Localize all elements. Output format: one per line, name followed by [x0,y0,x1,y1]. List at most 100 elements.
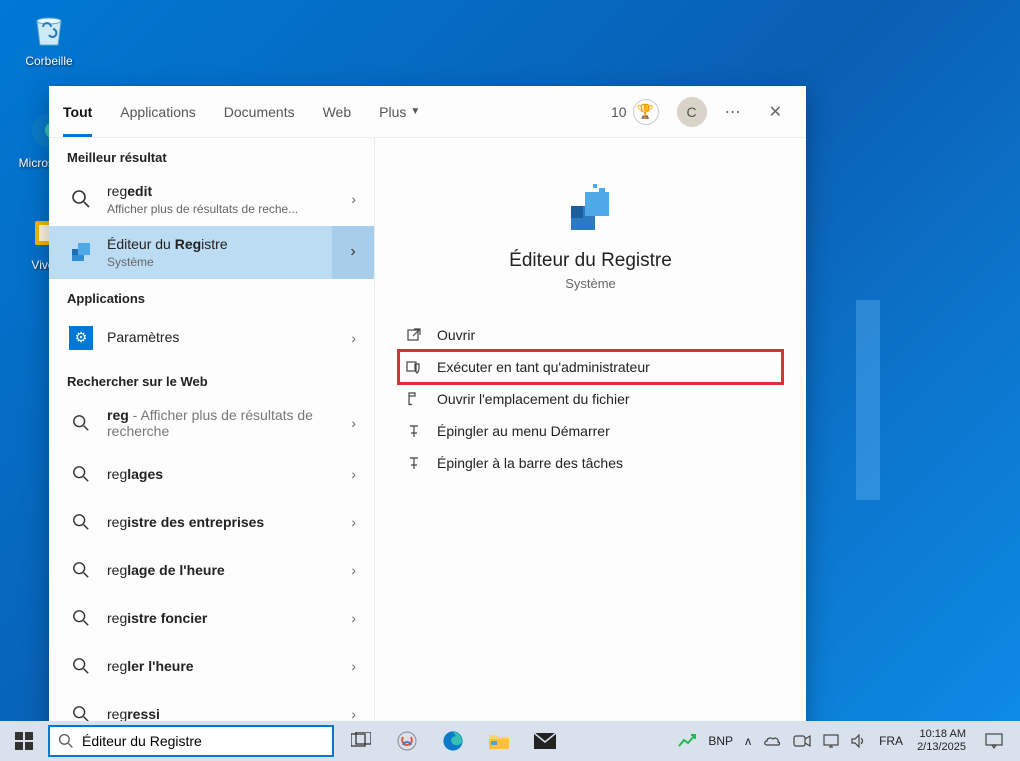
tray-volume-icon[interactable] [845,721,873,761]
desktop-icon-label: Corbeille [25,54,72,68]
result-title: reglage de l'heure [107,562,343,579]
search-tabs: Tout Applications Documents Web Plus▼ [49,86,434,137]
tray-time: 10:18 AM [917,728,966,741]
windows-icon [15,732,33,750]
taskbar-edge[interactable] [430,721,476,761]
windows-start-accent [856,300,880,500]
tray-overflow-icon[interactable]: ʌ [739,721,757,761]
result-subtitle: Système [107,255,364,269]
settings-icon: ⚙ [67,324,95,352]
action-label: Ouvrir [437,327,475,343]
result-title: Paramètres [107,329,343,346]
close-button[interactable]: ✕ [761,98,790,126]
web-result-reg[interactable]: reg - Afficher plus de résultats de rech… [49,397,374,451]
tray-bnp-label[interactable]: BNP [702,721,739,761]
result-title: regler l'heure [107,658,343,675]
chevron-right-icon[interactable]: › [343,514,364,530]
action-run-as-admin[interactable]: Exécuter en tant qu'administrateur [399,351,782,383]
chevron-right-icon[interactable]: › [343,706,364,722]
tray-language[interactable]: FRA [873,721,909,761]
tab-all[interactable]: Tout [49,86,106,137]
more-options-button[interactable]: ⋯ [725,102,743,122]
chevron-right-icon[interactable]: › [343,191,364,207]
show-desktop-button[interactable] [1014,721,1020,761]
tray-meet-now-icon[interactable] [787,721,817,761]
web-result-registre-foncier[interactable]: registre foncier › [49,594,374,642]
pin-icon [405,423,423,439]
taskbar-mail[interactable] [522,721,568,761]
result-subtitle: Afficher plus de résultats de reche... [107,202,343,216]
action-pin-start[interactable]: Épingler au menu Démarrer [399,415,782,447]
chevron-right-icon[interactable]: › [343,610,364,626]
result-regedit[interactable]: regedit Afficher plus de résultats de re… [49,173,374,226]
chevron-right-icon[interactable]: › [343,658,364,674]
chevron-down-icon: ▼ [410,106,420,117]
tray-stock-icon[interactable] [672,721,702,761]
section-search-web: Rechercher sur le Web [49,362,374,397]
tab-more[interactable]: Plus▼ [365,86,434,137]
trophy-icon: 🏆 [633,99,659,125]
tray-clock[interactable]: 10:18 AM 2/13/2025 [909,728,974,754]
task-view-button[interactable] [338,721,384,761]
action-open-file-location[interactable]: Ouvrir l'emplacement du fichier [399,383,782,415]
search-icon [58,733,74,749]
action-label: Exécuter en tant qu'administrateur [437,359,650,375]
desktop-recycle-bin[interactable]: Corbeille [14,8,84,68]
folder-icon [405,391,423,407]
taskbar: BNP ʌ FRA 10:18 AM 2/13/2025 [0,721,1020,761]
result-title: registre des entreprises [107,514,343,531]
user-avatar[interactable]: C [677,97,707,127]
search-detail-pane: Éditeur du Registre Système Ouvrir Exécu… [375,138,806,730]
rewards-badge[interactable]: 10 🏆 [611,99,659,125]
search-icon [67,460,95,488]
tray-notifications-icon[interactable] [974,721,1014,761]
start-button[interactable] [0,721,48,761]
action-pin-taskbar[interactable]: Épingler à la barre des tâches [399,447,782,479]
action-label: Épingler à la barre des tâches [437,455,623,471]
search-icon [67,604,95,632]
chevron-right-icon[interactable]: › [343,466,364,482]
search-results-list: Meilleur résultat regedit Afficher plus … [49,138,375,730]
taskbar-search-input[interactable] [82,733,324,749]
search-icon [67,508,95,536]
tray-onedrive-icon[interactable] [757,721,787,761]
chevron-right-icon[interactable]: › [343,562,364,578]
shield-icon [405,359,423,375]
result-settings[interactable]: ⚙ Paramètres › [49,314,374,362]
chevron-right-icon[interactable]: › [343,415,364,431]
web-result-reglages[interactable]: reglages › [49,450,374,498]
detail-subtitle: Système [565,276,616,291]
tab-documents[interactable]: Documents [210,86,309,137]
search-panel-header: Tout Applications Documents Web Plus▼ 10… [49,86,806,138]
action-label: Épingler au menu Démarrer [437,423,610,439]
web-result-reglage-heure[interactable]: reglage de l'heure › [49,546,374,594]
tab-web[interactable]: Web [309,86,366,137]
result-title: registre foncier [107,610,343,627]
chevron-right-icon[interactable]: › [332,226,374,279]
search-icon [67,556,95,584]
chevron-right-icon[interactable]: › [343,330,364,346]
detail-title: Éditeur du Registre [509,250,672,272]
section-best-match: Meilleur résultat [49,138,374,173]
pin-icon [405,455,423,471]
section-applications: Applications [49,279,374,314]
result-title: regedit [107,183,343,200]
result-title: Éditeur du Registre [107,236,364,253]
registry-icon [67,238,95,266]
open-icon [405,327,423,343]
action-label: Ouvrir l'emplacement du fichier [437,391,630,407]
windows-search-panel: Tout Applications Documents Web Plus▼ 10… [49,86,806,730]
result-registry-editor[interactable]: Éditeur du Registre Système › [49,226,374,279]
taskbar-explorer[interactable] [476,721,522,761]
taskbar-search-box[interactable] [48,725,334,757]
recycle-bin-icon [28,8,70,50]
registry-large-icon [563,182,619,238]
web-result-registre-entreprises[interactable]: registre des entreprises › [49,498,374,546]
taskbar-copilot[interactable] [384,721,430,761]
web-result-regler-heure[interactable]: regler l'heure › [49,642,374,690]
tray-network-icon[interactable] [817,721,845,761]
action-open[interactable]: Ouvrir [399,319,782,351]
search-icon [67,185,95,213]
result-title: reg - Afficher plus de résultats de rech… [107,407,343,441]
tab-apps[interactable]: Applications [106,86,210,137]
